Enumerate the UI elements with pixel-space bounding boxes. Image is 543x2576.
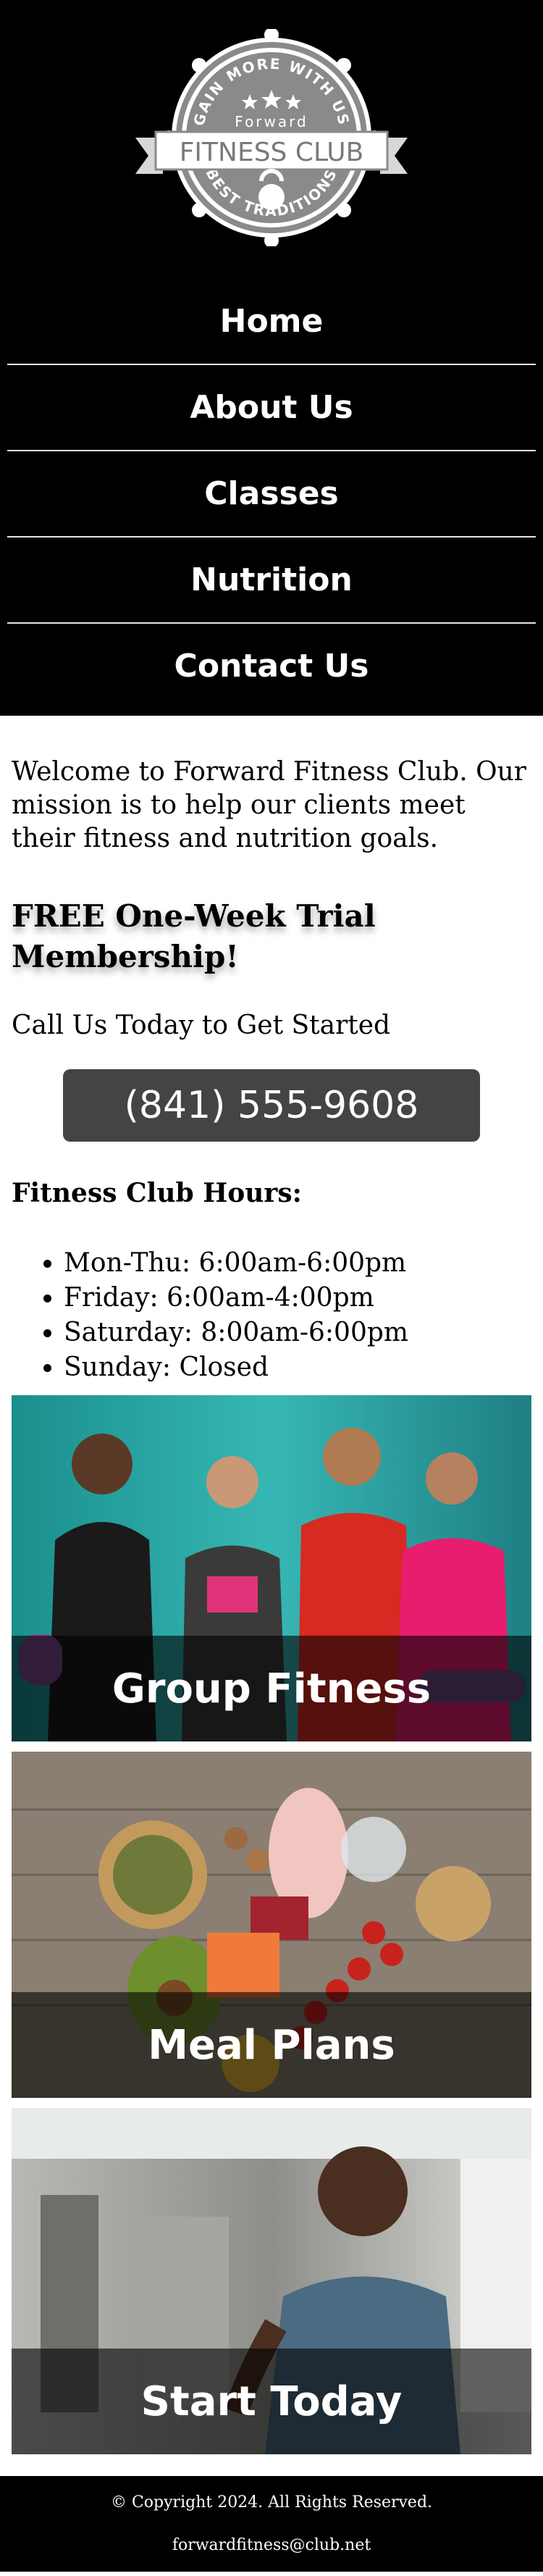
hours-item: Saturday: 8:00am-6:00pm [64, 1316, 531, 1350]
logo-brand-small: Forward [235, 113, 308, 130]
nav-item-contact-us[interactable]: Contact Us [7, 624, 536, 708]
nav-item-nutrition[interactable]: Nutrition [7, 538, 536, 624]
fitness-club-logo: GAIN MORE WITH US BEST TRADITIONS Forwar… [135, 29, 408, 246]
start-today-label: Start Today [12, 2349, 531, 2454]
start-today-card[interactable]: Start Today [12, 2108, 531, 2454]
logo-brand-main: FITNESS CLUB [180, 138, 364, 167]
nav-item-about-us[interactable]: About Us [7, 365, 536, 451]
main-nav: Home About Us Classes Nutrition Contact … [0, 279, 543, 708]
group-fitness-card[interactable]: Group Fitness [12, 1395, 531, 1741]
copyright-text: © Copyright 2024. All Rights Reserved. [110, 2493, 433, 2512]
welcome-text: Welcome to Forward Fitness Club. Our mis… [12, 757, 526, 853]
site-footer: © Copyright 2024. All Rights Reserved. f… [0, 2476, 543, 2572]
nav-item-home[interactable]: Home [7, 279, 536, 365]
hours-item: Sunday: Closed [64, 1350, 531, 1385]
nav-item-classes[interactable]: Classes [7, 451, 536, 538]
logo[interactable]: GAIN MORE WITH US BEST TRADITIONS Forwar… [0, 0, 543, 275]
trial-heading: FREE One-Week Trial Membership! [12, 898, 376, 974]
site-header: GAIN MORE WITH US BEST TRADITIONS Forwar… [0, 0, 543, 716]
meal-plans-card[interactable]: Meal Plans [12, 1752, 531, 2098]
hours-item: Friday: 6:00am-4:00pm [64, 1281, 531, 1316]
hours-heading: Fitness Club Hours: [12, 1178, 302, 1208]
call-text: Call Us Today to Get Started [12, 1011, 391, 1040]
main-content: Welcome to Forward Fitness Club. Our mis… [0, 716, 543, 2454]
email-link[interactable]: forwardfitness@club.net [172, 2536, 371, 2554]
meal-plans-label: Meal Plans [12, 1992, 531, 2098]
phone-button[interactable]: (841) 555-9608 [63, 1069, 480, 1142]
hours-list: Mon-Thu: 6:00am-6:00pm Friday: 6:00am-4:… [12, 1246, 531, 1385]
group-fitness-label: Group Fitness [12, 1636, 531, 1741]
hours-item: Mon-Thu: 6:00am-6:00pm [64, 1246, 531, 1281]
